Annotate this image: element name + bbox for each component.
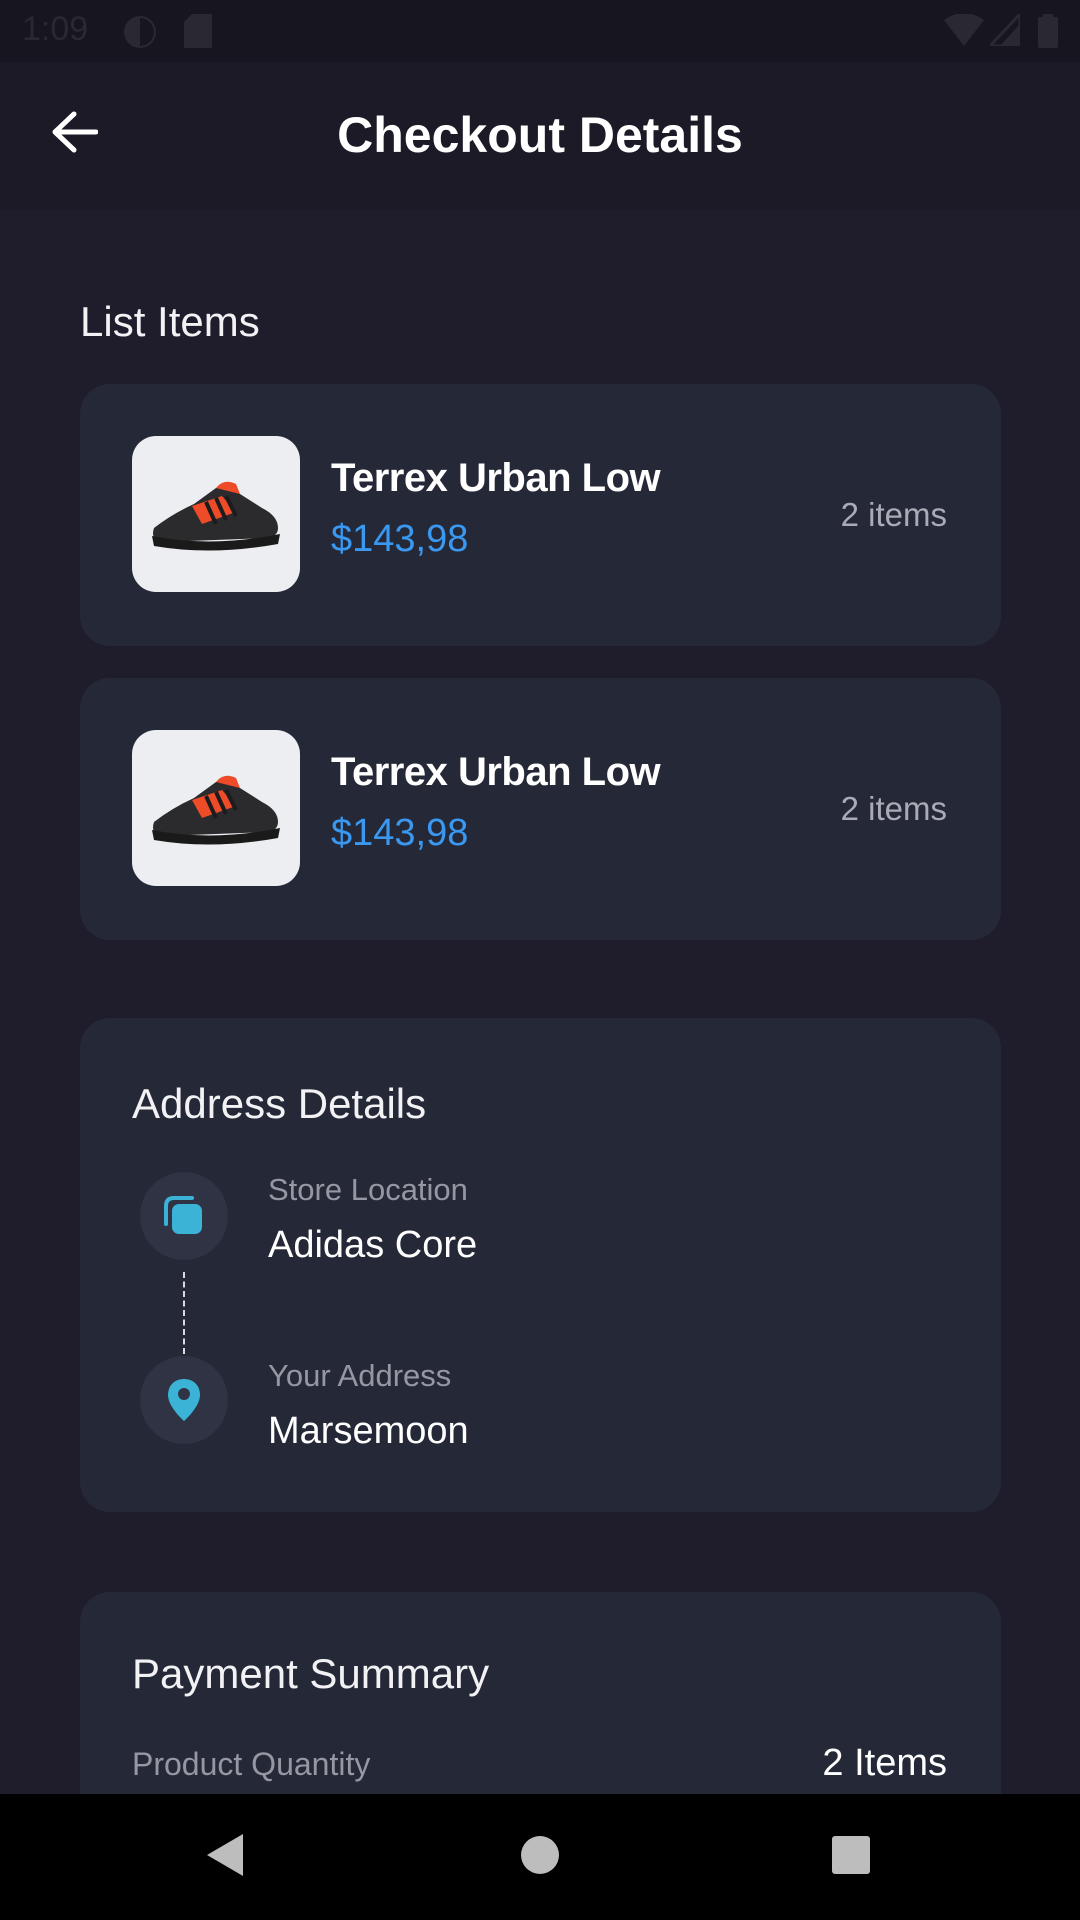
item-quantity: 2 items: [840, 790, 947, 827]
store-location-icon: [140, 1172, 228, 1260]
store-location-label: Store Location: [268, 1172, 468, 1207]
product-quantity-value: 2 Items: [822, 1742, 947, 1784]
item-price: $143,98: [331, 812, 469, 854]
status-bar: 1:09: [0, 0, 1080, 62]
triangle-back-icon: [203, 1832, 247, 1883]
battery-icon: [1038, 14, 1058, 53]
map-pin-icon: [140, 1356, 228, 1444]
store-location-value: Adidas Core: [268, 1224, 478, 1266]
your-address-label: Your Address: [268, 1358, 452, 1393]
product-image: [132, 730, 300, 886]
cart-item-card[interactable]: Terrex Urban Low $143,98 2 items: [80, 678, 1001, 940]
list-items-heading: List Items: [80, 298, 260, 345]
system-navigation-bar: [0, 1794, 1080, 1920]
address-details-heading: Address Details: [132, 1080, 427, 1127]
circle-home-icon: [519, 1834, 561, 1881]
route-connector: [183, 1272, 185, 1354]
app-bar: Checkout Details: [0, 62, 1080, 210]
your-address-value[interactable]: Marsemoon: [268, 1410, 469, 1453]
item-name: Terrex Urban Low: [331, 750, 661, 794]
status-time: 1:09: [22, 10, 89, 48]
product-quantity-label: Product Quantity: [132, 1746, 371, 1782]
sd-card-icon: [184, 14, 212, 53]
product-image: [132, 436, 300, 592]
square-recents-icon: [831, 1835, 871, 1880]
address-details-card: Address Details Store Location Adidas Co…: [80, 1018, 1001, 1512]
signal-icon: [986, 10, 1022, 51]
nav-home-button[interactable]: [507, 1824, 573, 1890]
item-price: $143,98: [331, 518, 469, 560]
page-title: Checkout Details: [337, 107, 743, 163]
item-name: Terrex Urban Low: [331, 456, 661, 500]
payment-summary-heading: Payment Summary: [132, 1650, 490, 1697]
wifi-icon: [944, 13, 984, 51]
nav-back-button[interactable]: [192, 1824, 258, 1890]
cart-item-card[interactable]: Terrex Urban Low $143,98 2 items: [80, 384, 1001, 646]
nav-recents-button[interactable]: [818, 1824, 884, 1890]
item-quantity: 2 items: [840, 496, 947, 533]
app-notification-icon: [122, 14, 158, 55]
